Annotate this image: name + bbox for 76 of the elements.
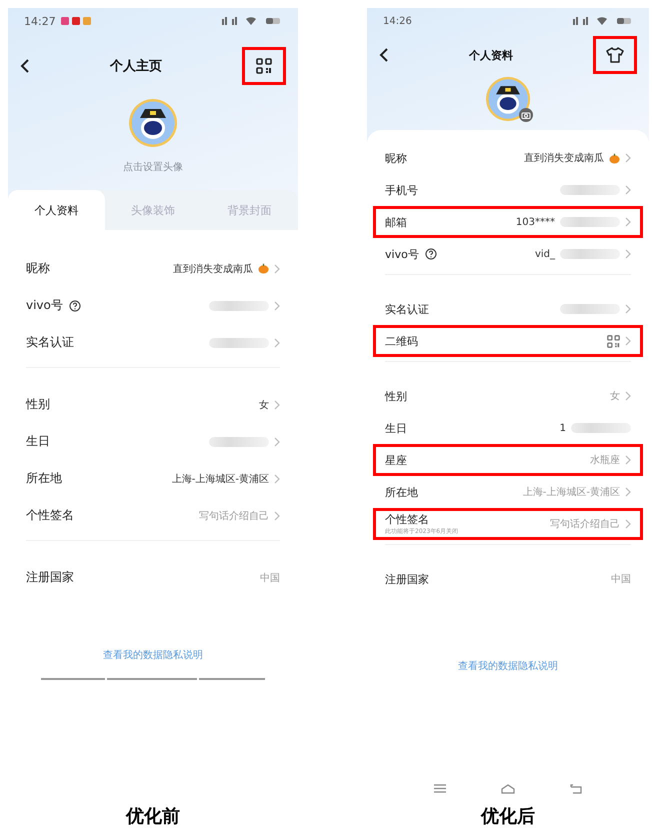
settings-row[interactable]: 所在地 上海-上海城区-黄浦区 — [385, 476, 631, 508]
row-label: 性别 — [26, 396, 50, 413]
row-value: 写句话介绍自己 — [199, 510, 269, 522]
settings-row[interactable]: 个性签名 写句话介绍自己 — [26, 497, 280, 534]
status-icons — [573, 17, 633, 25]
row-label: 注册国家 — [26, 569, 74, 586]
row-value: 上海-上海城区-黄浦区 — [522, 486, 620, 499]
row-value: 1 — [560, 422, 566, 434]
settings-row[interactable]: 实名认证 — [385, 293, 631, 325]
help-icon[interactable] — [68, 300, 81, 312]
row-value: 直到消失变成南瓜 — [173, 262, 253, 276]
highlight-frame[interactable] — [242, 47, 286, 85]
row-label: 所在地 — [385, 484, 418, 500]
settings-row[interactable]: 昵称 直到消失变成南瓜 — [385, 142, 631, 174]
row-label: 注册国家 — [385, 572, 429, 586]
settings-row[interactable]: 昵称 直到消失变成南瓜 — [26, 250, 280, 287]
row-label: 二维码 — [385, 334, 418, 348]
row-label: 性别 — [385, 388, 407, 404]
row-value: 水瓶座 — [590, 454, 620, 467]
row-label: 昵称 — [385, 150, 407, 166]
settings-row[interactable]: 生日 — [26, 423, 280, 460]
page-title: 个人主页 — [110, 58, 162, 75]
help-icon[interactable] — [424, 248, 437, 260]
row-value: 女 — [259, 398, 269, 412]
home-icon[interactable] — [500, 784, 515, 794]
qr-code-icon — [256, 58, 272, 74]
status-icons — [222, 17, 282, 25]
row-label: 生日 — [385, 420, 407, 436]
status-time: 14:27 — [24, 14, 56, 28]
caption: 优化前 — [126, 805, 180, 828]
row-value: 103**** — [516, 216, 555, 228]
settings-row[interactable]: 生日 1 — [385, 412, 631, 444]
row-label: 个性签名 — [26, 507, 74, 524]
row-label: 昵称 — [26, 260, 50, 277]
row-label: 手机号 — [385, 182, 418, 198]
back-icon[interactable] — [379, 48, 389, 62]
highlighted-row[interactable]: 星座 水瓶座 — [373, 444, 643, 476]
settings-row[interactable]: vivo号 — [26, 287, 280, 324]
settings-row[interactable]: vivo号 vid_ — [385, 238, 631, 270]
settings-row[interactable]: 注册国家 中国 — [385, 563, 631, 595]
row-label: 所在地 — [26, 470, 62, 487]
settings-row[interactable]: 性别 女 — [26, 386, 280, 423]
row-label: 实名认证 — [26, 334, 74, 351]
row-label: 邮箱 — [385, 214, 407, 230]
settings-row[interactable]: 实名认证 — [26, 324, 280, 361]
settings-row[interactable]: 手机号 — [385, 174, 631, 206]
highlighted-row[interactable]: 邮箱 103**** — [373, 206, 643, 238]
row-label: 生日 — [26, 433, 50, 450]
menu-icon[interactable] — [434, 784, 446, 793]
row-label: 星座 — [385, 452, 407, 468]
settings-row[interactable]: 所在地 上海-上海城区-黄浦区 — [26, 460, 280, 497]
row-value: 写句话介绍自己 — [550, 518, 620, 531]
shirt-icon — [606, 47, 624, 63]
settings-row[interactable]: 注册国家 中国 — [26, 559, 280, 596]
row-label: vivo号 — [26, 297, 63, 314]
page-title: 个人资料 — [469, 48, 513, 62]
qr-code-icon — [607, 334, 620, 348]
highlight-frame[interactable] — [593, 36, 637, 74]
camera-icon[interactable] — [519, 108, 533, 122]
highlighted-row[interactable]: 二维码 — [373, 325, 643, 357]
row-value: 直到消失变成南瓜 — [524, 152, 604, 165]
row-label: 实名认证 — [385, 302, 429, 316]
status-time: 14:26 — [383, 16, 412, 26]
back-icon[interactable] — [20, 59, 30, 73]
row-label: 个性签名 — [385, 512, 429, 527]
avatar[interactable] — [128, 98, 178, 148]
row-value: 中国 — [611, 572, 631, 586]
row-value: vid_ — [534, 248, 555, 260]
row-label: vivo号 — [385, 246, 419, 262]
caption: 优化后 — [481, 805, 535, 828]
row-value: 上海-上海城区-黄浦区 — [172, 472, 269, 486]
row-value: 女 — [610, 390, 620, 403]
row-value: 中国 — [260, 572, 280, 584]
settings-row[interactable]: 性别 女 — [385, 380, 631, 412]
tab[interactable]: 个人资料 — [8, 190, 105, 230]
avatar[interactable] — [485, 76, 531, 122]
